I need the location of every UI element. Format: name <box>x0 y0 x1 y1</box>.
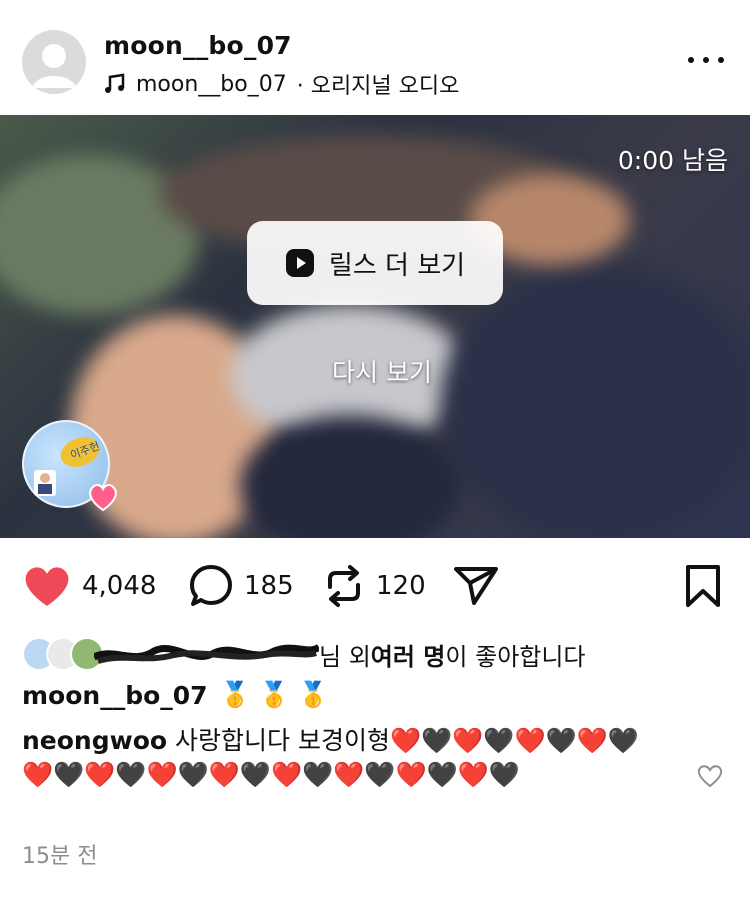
liked-by-many[interactable]: 여러 명 <box>371 637 446 672</box>
more-reels-label: 릴스 더 보기 <box>328 250 466 281</box>
comment-action[interactable]: 185 <box>188 560 294 612</box>
send-icon <box>454 567 498 605</box>
comment-text: 사랑합니다 보경이형 <box>167 726 390 755</box>
like-count: 4,048 <box>82 571 157 601</box>
replay-button[interactable]: 다시 보기 <box>332 353 432 389</box>
video-jerseys <box>440 265 750 538</box>
video-player[interactable]: 0:00 남음 릴스 더 보기 다시 보기 이주헌 <box>0 115 750 538</box>
bookmark-icon <box>686 565 720 607</box>
liked-by-suffix: 님 외 <box>319 642 371 671</box>
more-reels-button[interactable]: 릴스 더 보기 <box>247 221 503 305</box>
share-action[interactable] <box>452 560 500 612</box>
heart-filled-icon <box>25 567 69 606</box>
repost-action[interactable]: 120 <box>322 560 426 612</box>
heart-sticker-icon <box>89 484 117 512</box>
save-action[interactable] <box>684 560 722 612</box>
comment-icon <box>190 565 232 606</box>
default-avatar-icon <box>32 44 76 88</box>
caption-username[interactable]: moon__bo_07 <box>22 681 208 710</box>
post-actions: 4,048 185 120 <box>0 560 750 616</box>
audio-label: · 오리지널 오디오 <box>296 74 460 99</box>
post-timestamp: 15분 전 <box>22 844 98 869</box>
like-action[interactable]: 4,048 <box>22 560 156 612</box>
more-options-icon[interactable] <box>688 48 724 72</box>
audio-username: moon__bo_07 <box>136 71 287 97</box>
redacted-scribble <box>94 643 319 664</box>
post-username[interactable]: moon__bo_07 <box>104 31 292 60</box>
music-note-icon <box>105 73 125 93</box>
post-header: moon__bo_07 moon__bo_07 · 오리지널 오디오 <box>0 0 750 115</box>
user-avatar[interactable] <box>22 30 86 94</box>
repost-count: 120 <box>376 571 426 601</box>
liked-by-tail: 이 좋아합니다 <box>445 642 586 671</box>
video-jersey-center <box>240 415 460 538</box>
time-remaining: 0:00 남음 <box>617 146 728 175</box>
caption-emojis: 🥇 🥇 🥇 <box>219 680 329 709</box>
comment-item: neongwoo 사랑합니다 보경이형❤️🖤❤️🖤❤️🖤❤️🖤❤️🖤❤️🖤❤️🖤… <box>22 724 662 792</box>
repost-icon <box>328 565 360 607</box>
comment-count: 185 <box>244 571 294 601</box>
post-caption: moon__bo_07 🥇 🥇 🥇 <box>22 680 329 710</box>
liked-by-row[interactable]: 님 외 여러 명 이 좋아합니다 <box>22 636 586 672</box>
play-icon <box>285 249 314 277</box>
comment-like-icon[interactable] <box>697 764 723 788</box>
comment-username[interactable]: neongwoo <box>22 726 167 755</box>
audio-row[interactable]: moon__bo_07 · 오리지널 오디오 <box>104 68 459 100</box>
